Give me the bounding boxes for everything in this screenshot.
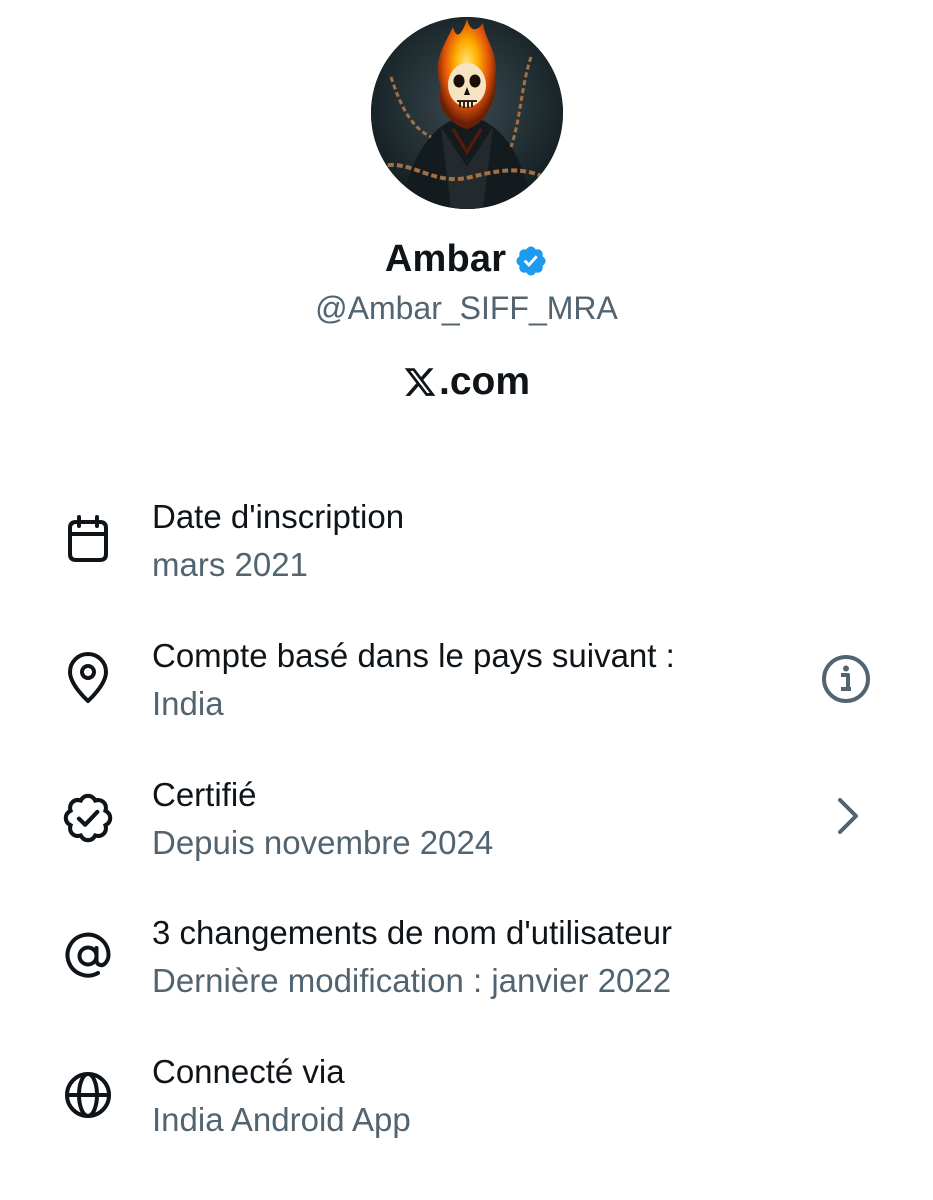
- verified-badge-outline-icon: [62, 792, 114, 844]
- at-sign-icon: [62, 930, 114, 982]
- join-date-value: mars 2021: [152, 546, 308, 583]
- verified-label: Certifié: [152, 776, 257, 813]
- brand-domain-text: .com: [438, 360, 531, 403]
- verified-badge-icon[interactable]: [514, 244, 548, 278]
- account-info-page: Ambar @Ambar_SIFF_MRA .com Date d'inscri…: [0, 0, 933, 1200]
- x-logo-icon: [403, 365, 437, 399]
- username-changes-value: Dernière modification : janvier 2022: [152, 962, 672, 999]
- country-value: India: [152, 685, 224, 722]
- avatar[interactable]: [371, 17, 563, 209]
- username-handle: @Ambar_SIFF_MRA: [315, 290, 618, 326]
- location-pin-icon: [62, 652, 114, 705]
- info-icon[interactable]: [820, 653, 872, 705]
- ghost-rider-avatar-image: [371, 17, 563, 209]
- brand-logo: .com: [0, 360, 933, 404]
- info-row-verified[interactable]: Certifié Depuis novembre 2024: [0, 776, 933, 886]
- info-row-country: Compte basé dans le pays suivant : India: [0, 637, 933, 747]
- profile-name-row: Ambar: [0, 238, 933, 281]
- info-row-username-changes: 3 changements de nom d'utilisateur Derni…: [0, 914, 933, 1024]
- globe-icon: [62, 1069, 114, 1121]
- display-name: Ambar: [384, 238, 507, 280]
- join-date-label: Date d'inscription: [152, 498, 405, 535]
- info-row-join-date: Date d'inscription mars 2021: [0, 498, 933, 608]
- info-row-connected-via: Connecté via India Android App: [0, 1053, 933, 1163]
- connected-via-value: India Android App: [152, 1101, 411, 1138]
- country-label: Compte basé dans le pays suivant :: [152, 637, 675, 674]
- calendar-icon: [62, 514, 114, 566]
- connected-via-label: Connecté via: [152, 1053, 345, 1090]
- username-changes-label: 3 changements de nom d'utilisateur: [152, 914, 672, 951]
- verified-since-value: Depuis novembre 2024: [152, 824, 494, 861]
- chevron-right-icon[interactable]: [826, 794, 878, 846]
